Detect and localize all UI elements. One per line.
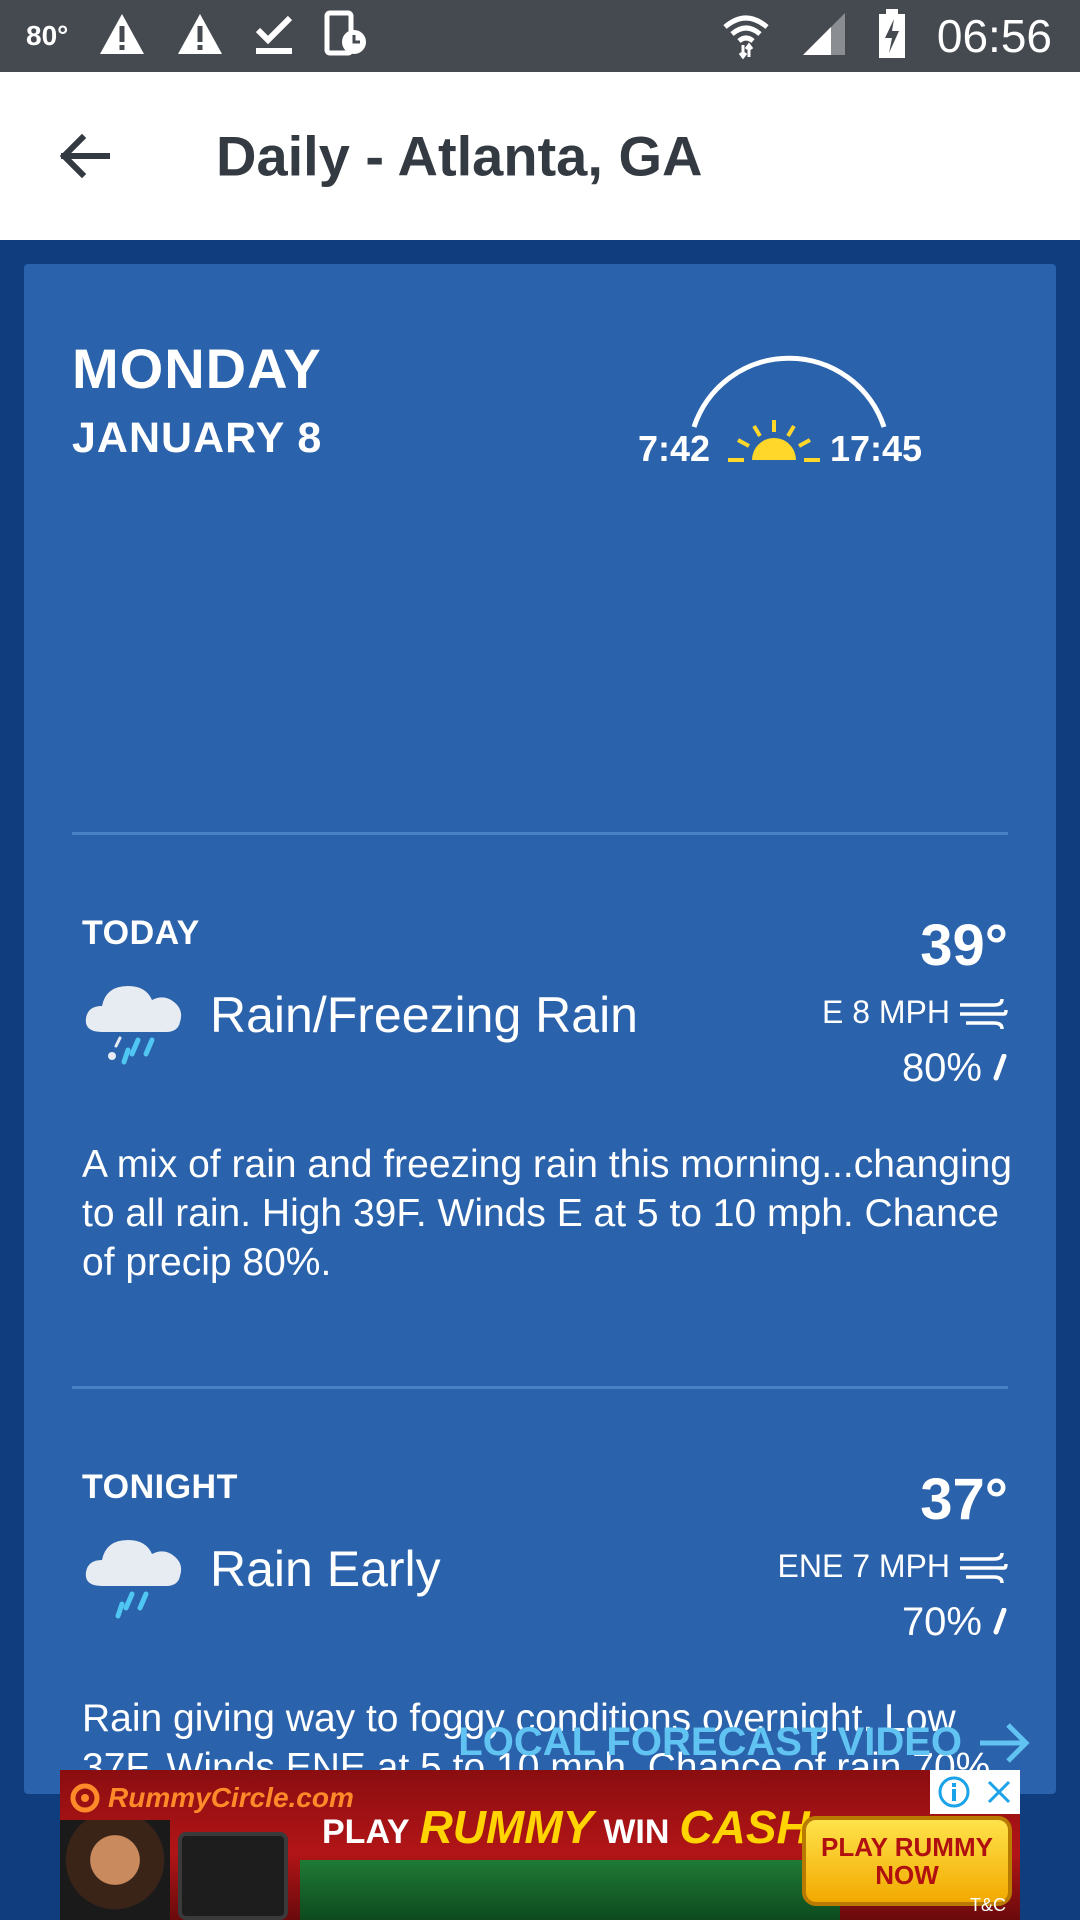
rummycircle-logo-icon (70, 1783, 100, 1813)
precip-tonight: 70% (902, 1600, 1008, 1645)
page-title: Daily - Atlanta, GA (216, 124, 703, 188)
period-label-today: TODAY (82, 914, 200, 952)
ad-terms: T&C (970, 1895, 1006, 1915)
ad-choices (930, 1770, 1020, 1814)
screen-clock-icon (324, 10, 368, 63)
wind-text-today: E 8 MPH (821, 994, 950, 1030)
ad-headline: PLAY RUMMY WIN CASH (322, 1800, 810, 1854)
battery-charging-icon (877, 8, 907, 64)
arrow-left-icon (59, 134, 110, 178)
ad-cash-text: CASH (679, 1801, 810, 1853)
warning-icon (176, 12, 224, 61)
wind-text-tonight: ENE 7 MPH (777, 1548, 950, 1584)
raindrop-icon (993, 1053, 1007, 1080)
raindrop-icon (993, 1607, 1007, 1634)
forecast-card: MONDAY JANUARY 8 7:42 17:45 TODAY Rain/F… (24, 264, 1056, 1794)
condition-text-today: Rain/Freezing Rain (210, 987, 638, 1043)
ad-win-text: WIN (603, 1813, 670, 1851)
precip-today: 80% (902, 1046, 1008, 1091)
wind-today: E 8 MPH (822, 994, 1008, 1031)
temperature-tonight: 37° (920, 1467, 1008, 1532)
daily-forecast-content: MONDAY JANUARY 8 7:42 17:45 TODAY Rain/F… (0, 240, 1080, 1794)
signal-icon (801, 11, 847, 62)
ad-person-image (60, 1820, 170, 1920)
rain-icon (85, 1540, 182, 1619)
precip-text-today: 80% (901, 1046, 982, 1090)
warning-icon (98, 12, 146, 61)
ad-card-table-image (300, 1860, 840, 1920)
precip-text-tonight: 70% (901, 1600, 982, 1644)
back-button[interactable] (48, 120, 120, 192)
period-label-tonight: TONIGHT (82, 1468, 238, 1506)
description-today: A mix of rain and freezing rain this mor… (82, 1143, 1013, 1284)
ad-tablet-image (178, 1832, 288, 1920)
status-temperature: 80° (26, 20, 69, 51)
download-done-icon (254, 12, 294, 61)
day-date: JANUARY 8 (72, 414, 323, 462)
video-link-label: LOCAL FORECAST VIDEO (458, 1720, 962, 1764)
rain-freezing-rain-icon (85, 986, 182, 1065)
wind-icon (960, 998, 1008, 1029)
arrow-right-icon (980, 1722, 1030, 1763)
wind-icon (960, 1552, 1008, 1583)
sun-icon (728, 420, 820, 462)
ad-play-text: PLAY (322, 1813, 410, 1851)
ad-rummy-text: RUMMY (419, 1801, 594, 1853)
divider (72, 1386, 1008, 1389)
status-time: 06:56 (936, 10, 1052, 62)
app-bar: Daily - Atlanta, GA (0, 72, 1080, 240)
sunrise-time: 7:42 (638, 428, 711, 469)
info-icon[interactable] (937, 1775, 971, 1809)
wind-tonight: ENE 7 MPH (778, 1548, 1008, 1585)
ad-brand: RummyCircle.com (70, 1782, 354, 1814)
status-bar-left: 80° (26, 10, 368, 63)
temperature-today: 39° (920, 913, 1008, 978)
sunset-time: 17:45 (830, 428, 923, 469)
day-name: MONDAY (72, 337, 322, 400)
wifi-icon (721, 9, 771, 64)
divider (72, 832, 1008, 835)
status-bar: 80° 06:56 (0, 0, 1080, 72)
ad-cta-button[interactable]: PLAY RUMMY NOW (802, 1816, 1012, 1906)
condition-text-tonight: Rain Early (210, 1541, 441, 1597)
ad-banner[interactable]: RummyCircle.com PLAY RUMMY WIN CASH PLAY… (60, 1770, 1020, 1920)
status-bar-right: 06:56 (721, 8, 1052, 64)
ad-brand-text: RummyCircle.com (108, 1782, 354, 1813)
close-icon[interactable] (984, 1777, 1014, 1807)
local-forecast-video-link[interactable]: LOCAL FORECAST VIDEO (458, 1720, 1032, 1765)
